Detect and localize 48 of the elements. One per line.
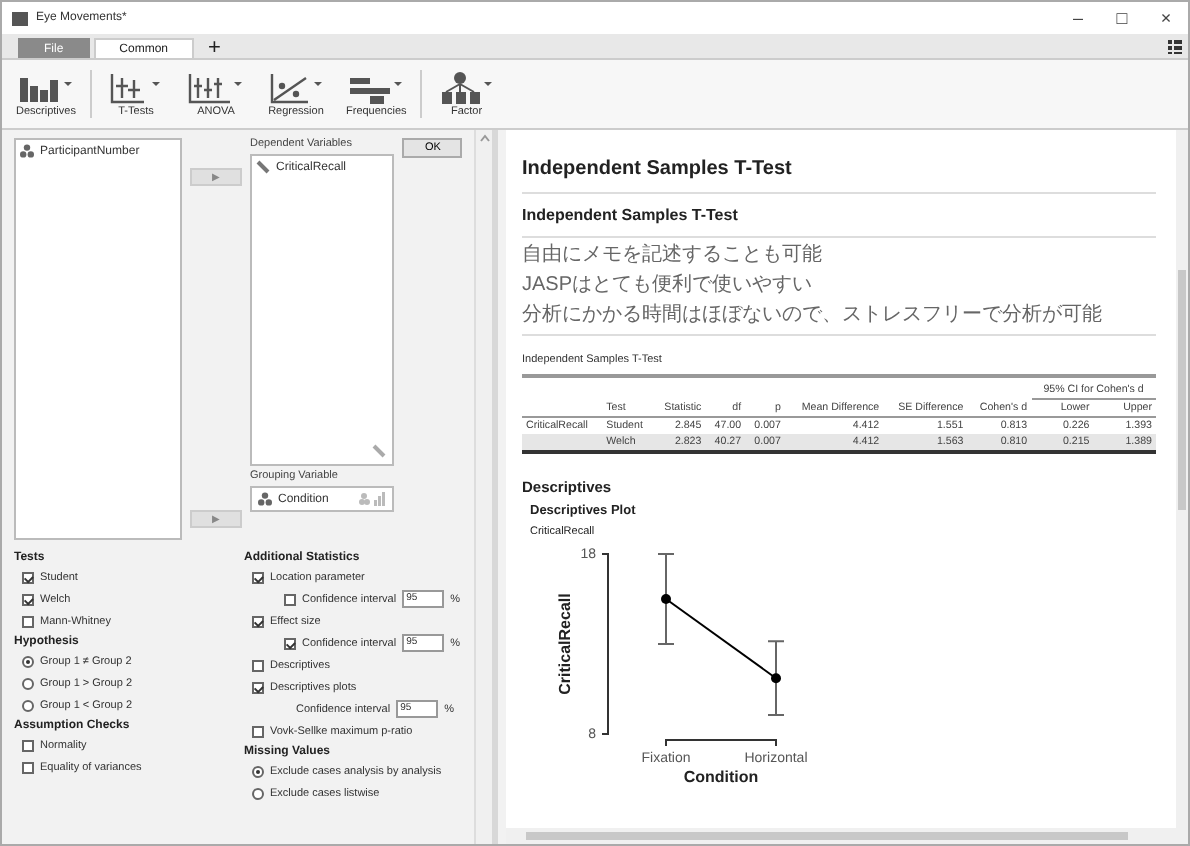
note-text: 分析にかかる時間はほぼないので、ストレスフリーで分析が可能 [522, 304, 1104, 328]
nominal-icon [20, 144, 34, 158]
anova-chart-icon [186, 70, 246, 106]
app-icon [12, 11, 28, 25]
data-point [661, 594, 671, 604]
window-control[interactable]: – [1056, 8, 1100, 28]
hierarchy-icon [436, 70, 497, 106]
checkbox[interactable] [22, 761, 34, 773]
ruler-icon [256, 160, 270, 174]
x-axis [665, 739, 777, 747]
checkbox[interactable] [252, 571, 264, 583]
axis-title: Condition [683, 768, 759, 786]
checkbox[interactable] [22, 615, 34, 627]
error-bar [657, 553, 675, 645]
scrollbar[interactable] [474, 130, 492, 844]
scrollbar[interactable] [506, 828, 1188, 844]
checkbox[interactable] [22, 739, 34, 751]
checkbox[interactable] [252, 725, 264, 737]
analysis-heading: Independent Samples T-Test [522, 206, 740, 224]
list-icon[interactable] [1168, 40, 1182, 54]
checkbox[interactable] [284, 637, 296, 649]
note-text: JASPはとても便利で使いやすい [522, 274, 815, 298]
scatter-plot-icon [266, 70, 326, 106]
checkbox[interactable] [252, 615, 264, 627]
radio-button[interactable] [22, 677, 34, 689]
nominal-icon [258, 492, 272, 506]
ruler-icon [372, 444, 387, 458]
data-line [665, 598, 777, 680]
checkbox[interactable] [252, 659, 264, 671]
window-control[interactable]: × [1144, 8, 1188, 28]
note-text: 自由にメモを記述することも可能 [522, 244, 824, 268]
error-bar [767, 640, 785, 717]
output-title: Independent Samples T-Test [522, 158, 794, 180]
checkbox[interactable] [284, 593, 296, 605]
checkbox[interactable] [22, 571, 34, 583]
checkbox[interactable] [252, 681, 264, 693]
radio-button[interactable] [22, 655, 34, 667]
radio-button[interactable] [22, 699, 34, 711]
radio-button[interactable] [252, 765, 264, 777]
window-control[interactable]: □ [1100, 8, 1144, 28]
ttest-chart-icon [106, 70, 166, 106]
radio-button[interactable] [252, 787, 264, 799]
checkbox[interactable] [22, 593, 34, 605]
variable-type-icon [358, 492, 387, 506]
axis-title: CriticalRecall [556, 593, 574, 695]
data-point [771, 673, 781, 684]
add-tab-button[interactable]: + [198, 38, 231, 58]
scrollbar[interactable] [1176, 130, 1188, 828]
